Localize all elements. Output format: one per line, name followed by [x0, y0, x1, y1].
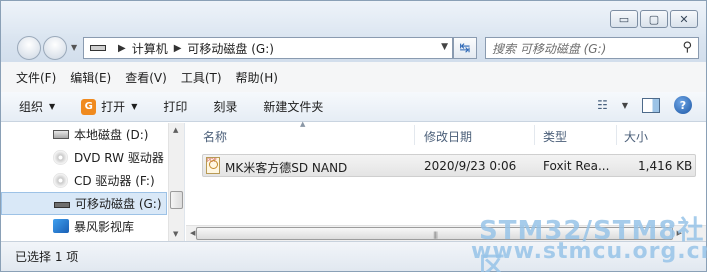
open-button[interactable]: G 打开 ▼ — [81, 98, 137, 115]
menu-help[interactable]: 帮助(H) — [236, 69, 278, 86]
drive-icon — [90, 45, 106, 51]
column-divider[interactable] — [616, 125, 617, 145]
file-name: MK米客方德SD NAND — [225, 161, 348, 175]
nav-item-cd-drive-f[interactable]: CD 驱动器 (F:) — [1, 169, 167, 192]
breadcrumb-removable-disk[interactable]: 可移动磁盘 (G:) — [187, 40, 274, 57]
close-button[interactable]: ✕ — [670, 10, 698, 28]
scroll-left-icon[interactable]: ◀ — [190, 229, 195, 237]
address-row: ▼ ▶ 计算机 ▶ 可移动磁盘 (G:) ▼ ↹ 搜索 可移动磁盘 (G:) ⚲ — [1, 34, 706, 62]
watermark-url: www.stmcu.org.cn — [471, 239, 707, 264]
forward-button[interactable] — [43, 36, 67, 60]
help-icon[interactable]: ? — [674, 96, 692, 114]
breadcrumb-separator-icon[interactable]: ▶ — [174, 43, 182, 54]
hard-drive-icon — [53, 130, 69, 139]
nav-item-label: 暴风影视库 — [74, 220, 135, 234]
open-label: 打开 — [101, 100, 126, 114]
nav-item-dvd-rw[interactable]: DVD RW 驱动器 — [1, 146, 167, 169]
column-divider[interactable] — [414, 125, 415, 145]
menu-edit[interactable]: 编辑(E) — [70, 69, 111, 86]
menu-file[interactable]: 文件(F) — [16, 69, 56, 86]
back-button[interactable] — [17, 36, 41, 60]
nav-vertical-scrollbar[interactable]: ▲ ▼ — [168, 123, 184, 241]
menu-view[interactable]: 查看(V) — [125, 69, 167, 86]
refresh-button[interactable]: ↹ — [453, 37, 477, 59]
media-library-icon — [53, 219, 69, 233]
nav-item-label: CD 驱动器 (F:) — [74, 174, 155, 188]
foxit-open-icon: G — [81, 98, 97, 115]
navigation-list: 本地磁盘 (D:) DVD RW 驱动器 CD 驱动器 (F:) 可移动磁盘 (… — [1, 123, 167, 238]
file-modified: 2020/9/23 0:06 — [424, 159, 517, 173]
scroll-down-icon[interactable]: ▼ — [173, 230, 178, 238]
cd-drive-icon — [53, 173, 68, 188]
caption-buttons: ▭ ▢ ✕ — [610, 10, 698, 28]
scroll-up-icon[interactable]: ▲ — [173, 126, 178, 134]
command-bar: 组织 ▼ G 打开 ▼ 打印 刻录 新建文件夹 ☷ ▼ ? — [1, 92, 706, 122]
menu-bar: 文件(F) 编辑(E) 查看(V) 工具(T) 帮助(H) — [1, 62, 706, 92]
recent-pages-dropdown[interactable]: ▼ — [71, 43, 77, 52]
preview-pane-icon[interactable] — [642, 97, 660, 113]
address-dropdown-icon[interactable]: ▼ — [441, 42, 448, 52]
column-header-size[interactable]: 大小 — [624, 128, 648, 145]
file-size: 1,416 KB — [638, 159, 693, 173]
column-divider[interactable] — [534, 125, 535, 145]
view-controls: ☷ ▼ ? — [597, 96, 692, 114]
search-input[interactable]: 搜索 可移动磁盘 (G:) ⚲ — [485, 37, 699, 59]
new-folder-button[interactable]: 新建文件夹 — [263, 98, 323, 115]
dvd-drive-icon — [53, 150, 68, 165]
file-type: Foxit Rea... — [543, 159, 610, 173]
nav-item-label: DVD RW 驱动器 — [74, 151, 164, 165]
search-icon[interactable]: ⚲ — [682, 40, 692, 55]
address-bar[interactable]: ▶ 计算机 ▶ 可移动磁盘 (G:) ▼ — [83, 37, 453, 59]
breadcrumb-computer[interactable]: 计算机 — [132, 40, 168, 57]
organize-button[interactable]: 组织 ▼ — [19, 98, 55, 115]
scroll-grip-icon: ||| — [433, 231, 438, 239]
nav-item-label: 可移动磁盘 (G:) — [75, 197, 162, 211]
nav-item-label: 本地磁盘 (D:) — [74, 128, 149, 142]
change-view-icon[interactable]: ☷ — [597, 98, 608, 112]
file-row[interactable]: PDF MK米客方德SD NAND 2020/9/23 0:06 Foxit R… — [202, 154, 696, 177]
organize-label: 组织 — [19, 100, 44, 114]
column-header-modified[interactable]: 修改日期 — [424, 128, 472, 145]
nav-item-removable-disk-g[interactable]: 可移动磁盘 (G:) — [1, 192, 167, 215]
selection-status: 已选择 1 项 — [15, 250, 79, 264]
nav-item-media-library[interactable]: 暴风影视库 — [1, 215, 167, 238]
chevron-down-icon: ▼ — [49, 102, 56, 111]
nav-item-local-disk-d[interactable]: 本地磁盘 (D:) — [1, 123, 167, 146]
search-placeholder: 搜索 可移动磁盘 (G:) — [492, 41, 607, 56]
chevron-down-icon: ▼ — [131, 102, 138, 111]
column-header-type[interactable]: 类型 — [543, 128, 567, 145]
navigation-pane: 本地磁盘 (D:) DVD RW 驱动器 CD 驱动器 (F:) 可移动磁盘 (… — [1, 123, 185, 241]
print-button[interactable]: 打印 — [163, 98, 187, 115]
breadcrumb-separator-icon[interactable]: ▶ — [118, 43, 126, 54]
pdf-file-icon: PDF — [206, 157, 220, 174]
column-headers: ▲ 名称 修改日期 类型 大小 — [186, 120, 706, 147]
column-header-name[interactable]: 名称 — [203, 128, 227, 145]
maximize-button[interactable]: ▢ — [640, 10, 668, 28]
minimize-button[interactable]: ▭ — [610, 10, 638, 28]
scroll-thumb[interactable] — [170, 191, 183, 209]
explorer-window: ▭ ▢ ✕ ▼ ▶ 计算机 ▶ 可移动磁盘 (G:) ▼ ↹ 搜索 可移动磁盘 … — [0, 0, 707, 272]
sort-ascending-icon: ▲ — [300, 120, 306, 128]
view-options-dropdown-icon[interactable]: ▼ — [622, 101, 628, 110]
usb-drive-icon — [54, 202, 70, 208]
title-bar: ▭ ▢ ✕ — [1, 1, 706, 34]
burn-button[interactable]: 刻录 — [213, 98, 237, 115]
menu-tools[interactable]: 工具(T) — [181, 69, 222, 86]
